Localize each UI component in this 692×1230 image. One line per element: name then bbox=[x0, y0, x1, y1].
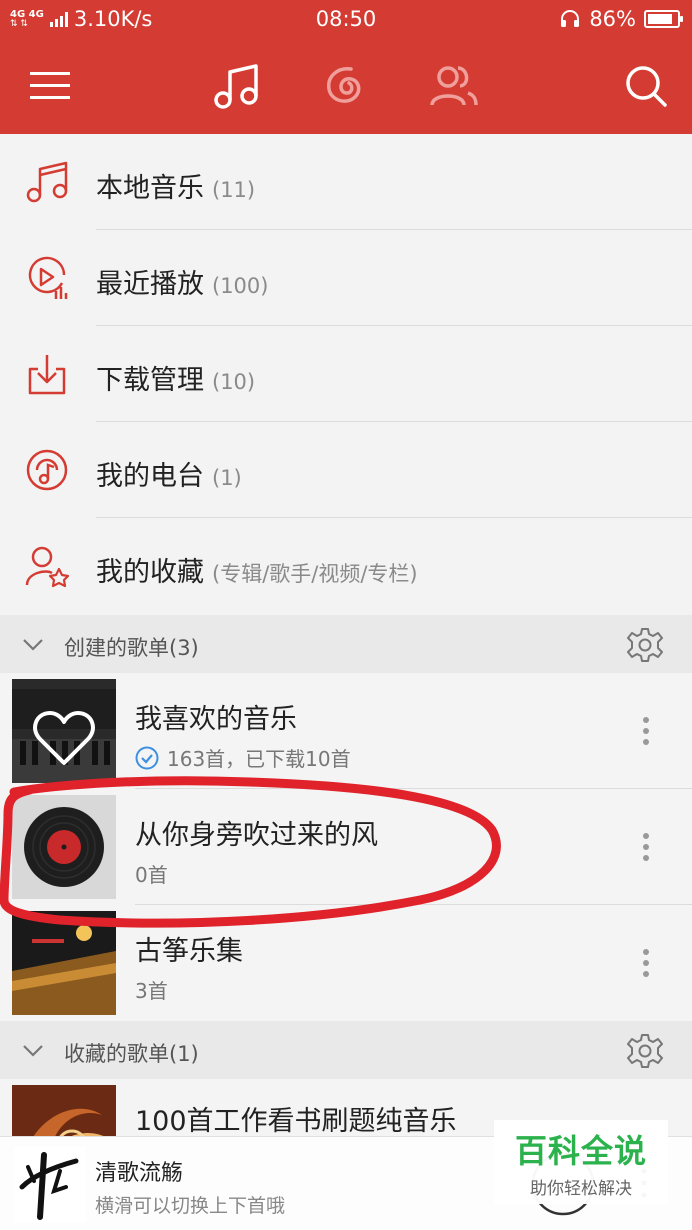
section-label: 收藏的歌单(1) bbox=[64, 1042, 199, 1066]
section-label: 创建的歌单(3) bbox=[64, 636, 199, 660]
menu-icon[interactable] bbox=[24, 60, 76, 112]
gear-icon[interactable] bbox=[626, 1032, 664, 1070]
tab-netease-cloud-icon[interactable] bbox=[320, 60, 372, 112]
more-icon[interactable] bbox=[636, 947, 656, 979]
menu-item-my-radio[interactable]: 我的电台 (1) bbox=[0, 422, 692, 518]
playlist-title: 从你身旁吹过来的风 bbox=[135, 820, 378, 851]
menu-item-count: (专辑/歌手/视频/专栏) bbox=[212, 562, 418, 586]
battery-fill bbox=[648, 14, 673, 24]
downloaded-check-icon bbox=[135, 746, 159, 769]
playlist-item-liked[interactable]: 我喜欢的音乐 163首，已下载10首 bbox=[0, 673, 692, 789]
menu-item-download-manager[interactable]: 下载管理 (10) bbox=[0, 326, 692, 422]
battery-percent: 86% bbox=[589, 7, 636, 31]
menu-item-count: (11) bbox=[212, 178, 256, 202]
playlist-title: 我喜欢的音乐 bbox=[135, 704, 297, 735]
chevron-down-icon[interactable] bbox=[22, 633, 44, 655]
top-nav bbox=[0, 38, 692, 134]
menu-item-count: (100) bbox=[212, 274, 269, 298]
playlist-item-guzheng[interactable]: 古筝乐集 3首 bbox=[0, 905, 692, 1021]
playlist-subtitle: 3首 bbox=[135, 979, 168, 1003]
music-note-icon bbox=[26, 161, 68, 203]
watermark-subtitle: 助你轻松解决 bbox=[530, 1179, 632, 1199]
playlist-subtitle: 163首，已下载10首 bbox=[167, 747, 351, 771]
more-icon[interactable] bbox=[636, 715, 656, 747]
playlist-title: 100首工作看书刷题纯音乐 bbox=[135, 1106, 457, 1137]
menu-item-my-collection[interactable]: 我的收藏 (专辑/歌手/视频/专栏) bbox=[0, 518, 692, 614]
playlist-title: 古筝乐集 bbox=[135, 936, 243, 967]
menu-item-count: (1) bbox=[212, 466, 242, 490]
playlist-cover bbox=[12, 911, 116, 1015]
download-icon bbox=[28, 355, 66, 395]
my-music-menu: 本地音乐 (11) 最近播放 (100) 下载管理 (10) 我的电台 (1) bbox=[0, 134, 692, 614]
menu-item-label: 我的收藏 bbox=[96, 557, 204, 588]
menu-item-count: (10) bbox=[212, 370, 256, 394]
menu-item-label: 最近播放 bbox=[96, 269, 204, 300]
menu-item-label: 我的电台 bbox=[96, 461, 204, 492]
headset-icon bbox=[561, 10, 580, 27]
tab-friends-icon[interactable] bbox=[428, 60, 480, 112]
playlist-subtitle: 0首 bbox=[135, 863, 168, 887]
user-star-icon bbox=[25, 546, 70, 588]
player-song-title: 清歌流觞 bbox=[95, 1161, 184, 1186]
player-hint: 横滑可以切换上下首哦 bbox=[95, 1195, 286, 1217]
recent-play-icon bbox=[28, 256, 68, 299]
playlist-item-wind[interactable]: 从你身旁吹过来的风 0首 bbox=[0, 789, 692, 905]
playlist-cover bbox=[12, 795, 116, 899]
tab-music-icon[interactable] bbox=[212, 60, 264, 112]
menu-item-label: 下载管理 bbox=[96, 365, 204, 396]
radio-icon bbox=[26, 449, 68, 491]
gear-icon[interactable] bbox=[626, 626, 664, 664]
menu-item-label: 本地音乐 bbox=[96, 173, 204, 204]
watermark-logo: 百科全说 助你轻松解决 bbox=[494, 1120, 668, 1204]
more-icon[interactable] bbox=[636, 831, 656, 863]
playlist-cover bbox=[12, 679, 116, 783]
menu-item-recent-play[interactable]: 最近播放 (100) bbox=[0, 230, 692, 326]
collected-playlists-header[interactable]: 收藏的歌单(1) bbox=[0, 1021, 692, 1079]
status-bar: 4G 4G ⇅ ⇅ 3.10K/s 08:50 86% bbox=[0, 0, 692, 38]
menu-item-local-music[interactable]: 本地音乐 (11) bbox=[0, 134, 692, 230]
search-icon[interactable] bbox=[620, 60, 672, 112]
player-cover bbox=[14, 1147, 86, 1223]
battery-icon bbox=[644, 10, 683, 28]
watermark-title: 百科全说 bbox=[514, 1132, 647, 1170]
chevron-down-icon[interactable] bbox=[22, 1039, 44, 1061]
created-playlists-header[interactable]: 创建的歌单(3) bbox=[0, 615, 692, 673]
